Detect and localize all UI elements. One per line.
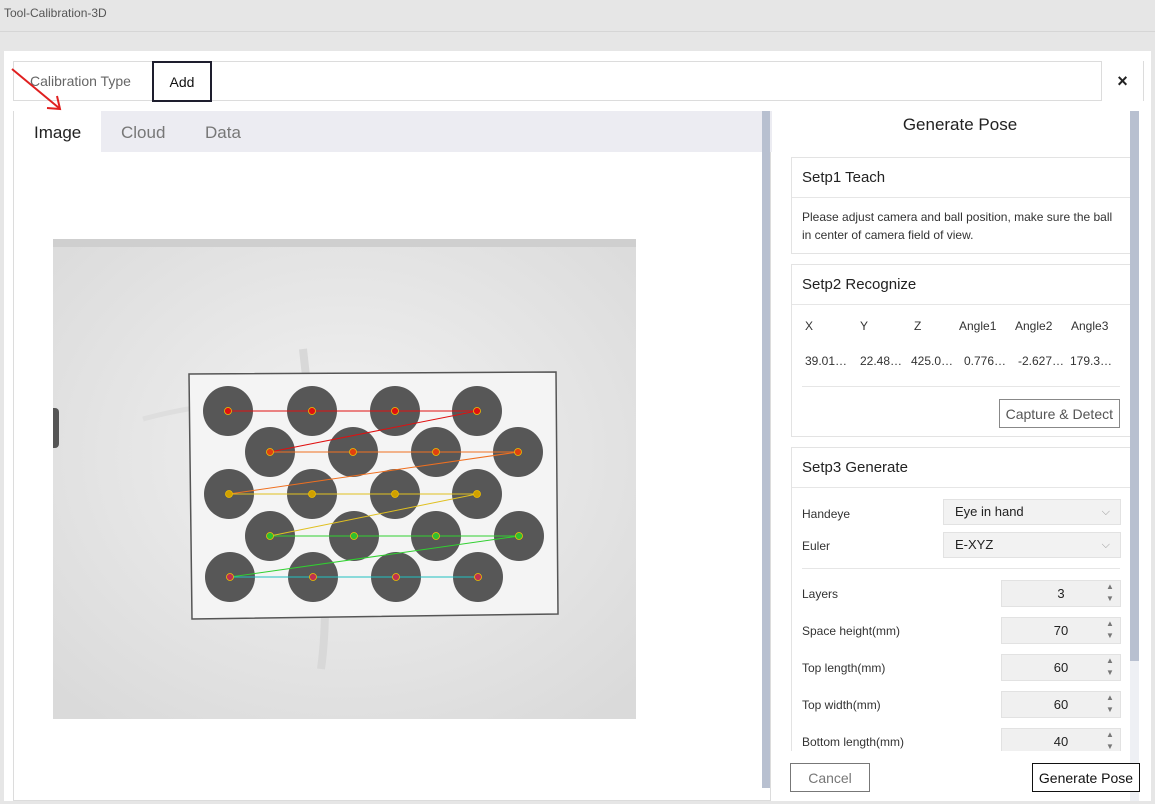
space-height-stepper[interactable]: 70 ▲ ▼ [1001,617,1121,644]
detected-center-dot [226,573,234,581]
close-icon[interactable]: × [1101,61,1143,101]
spin-arrows-icon[interactable]: ▲ ▼ [1100,655,1120,680]
coord-value-x: 39.01… [805,354,848,368]
handeye-select[interactable]: Eye in hand ⌵ [943,499,1121,525]
spin-arrows-icon[interactable]: ▲ ▼ [1100,618,1120,643]
generate-pose-title: Generate Pose [902,115,1018,134]
coord-header-x: X [805,319,814,333]
detected-center-dot [391,490,399,498]
coord-value-y: 22.48… [860,354,903,368]
param-label-top-length: Top length(mm) [802,661,886,675]
coord-value-angle1: 0.776… [964,354,1007,368]
detected-center-dot [224,407,232,415]
handeye-label: Handeye [802,507,851,521]
coord-header-angle1: Angle1 [959,319,997,333]
top-length-stepper[interactable]: 60 ▲ ▼ [1001,654,1121,681]
param-label-space-height: Space height(mm) [802,624,901,638]
title-separator [0,31,1155,32]
spin-arrows-icon[interactable]: ▲ ▼ [1100,581,1120,606]
detected-center-dot [515,532,523,540]
calibration-board-image [53,239,636,719]
bottom-length-stepper[interactable]: 40 ▲ ▼ [1001,728,1121,751]
coord-header-y: Y [860,319,869,333]
step3-card: Setp3 Generate Handeye Eye in hand ⌵ Eul… [791,447,1131,751]
coord-header-angle2: Angle2 [1015,319,1053,333]
param-label-layers: Layers [802,587,839,601]
window-title: Tool-Calibration-3D [4,6,107,20]
tab-data[interactable]: Data [185,111,261,152]
step2-divider [802,386,1120,387]
layers-value: 3 [1057,586,1065,601]
detected-center-dot [225,490,233,498]
top-length-value: 60 [1053,660,1069,675]
detected-center-dot [474,573,482,581]
top-width-value: 60 [1053,697,1069,712]
red-arrow-annotation-icon [11,68,62,111]
coord-value-z: 425.0… [911,354,954,368]
coord-value-angle3: 179.3… [1070,354,1113,368]
right-scrollbar-thumb[interactable] [1130,111,1139,661]
detected-center-dot [308,490,316,498]
step1-instructions: Please adjust camera and ball position, … [802,210,1113,242]
coord-value-angle2: -2.627… [1018,354,1065,368]
spin-arrows-icon[interactable]: ▲ ▼ [1100,729,1120,751]
euler-label: Euler [802,539,831,553]
calibration-image [53,239,636,719]
step1-card: Setp1 Teach Please adjust camera and bal… [791,157,1131,254]
param-label-top-width: Top width(mm) [802,698,881,712]
add-button[interactable]: Add [152,61,212,102]
detected-center-dot [391,407,399,415]
top-width-stepper[interactable]: 60 ▲ ▼ [1001,691,1121,718]
tab-cloud[interactable]: Cloud [101,111,185,152]
generate-pose-button[interactable]: Generate Pose [1032,763,1140,792]
calibration-dialog: Calibration Type Add × Image Cloud Data [4,51,1151,801]
detected-center-dot [350,532,358,540]
euler-value: E-XYZ [955,537,994,552]
viewer-scrollbar[interactable] [762,111,770,788]
euler-select[interactable]: E-XYZ ⌵ [943,532,1121,558]
viewer-panel: Image Cloud Data [13,111,772,801]
detected-center-dot [308,407,316,415]
cancel-button[interactable]: Cancel [790,763,870,792]
detected-center-dot [432,448,440,456]
viewer-tabs: Image Cloud Data [14,111,772,152]
bottom-length-value: 40 [1053,734,1069,749]
detected-center-dot [432,532,440,540]
detected-center-dot [473,407,481,415]
step2-card: Setp2 Recognize X Y Z Angle1 Angle2 Angl… [791,264,1131,437]
detected-center-dot [349,448,357,456]
chevron-down-icon: ⌵ [1101,506,1110,518]
detected-center-dot [266,532,274,540]
detected-center-dot [473,490,481,498]
space-height-value: 70 [1053,623,1069,638]
step3-title: Setp3 Generate [792,448,1130,488]
detected-center-dot [309,573,317,581]
layers-stepper[interactable]: 3 ▲ ▼ [1001,580,1121,607]
spin-arrows-icon[interactable]: ▲ ▼ [1100,692,1120,717]
chevron-down-icon: ⌵ [1101,539,1110,551]
coord-header-z: Z [914,319,922,333]
coord-header-angle3: Angle3 [1071,319,1109,333]
tab-image[interactable]: Image [14,111,101,152]
side-panel-handle[interactable] [53,408,59,448]
detected-center-dot [514,448,522,456]
step2-title: Setp2 Recognize [792,265,1130,305]
capture-detect-button[interactable]: Capture & Detect [998,399,1120,428]
step1-title: Setp1 Teach [792,158,1130,198]
param-label-bottom-length: Bottom length(mm) [802,735,905,749]
handeye-value: Eye in hand [955,504,1024,519]
generate-pose-panel: Generate Pose Setp1 Teach Please adjust … [781,111,1133,751]
step3-divider [802,568,1120,569]
calibration-type-bar: Calibration Type Add × [13,61,1144,102]
detected-center-dot [392,573,400,581]
detected-center-dot [266,448,274,456]
